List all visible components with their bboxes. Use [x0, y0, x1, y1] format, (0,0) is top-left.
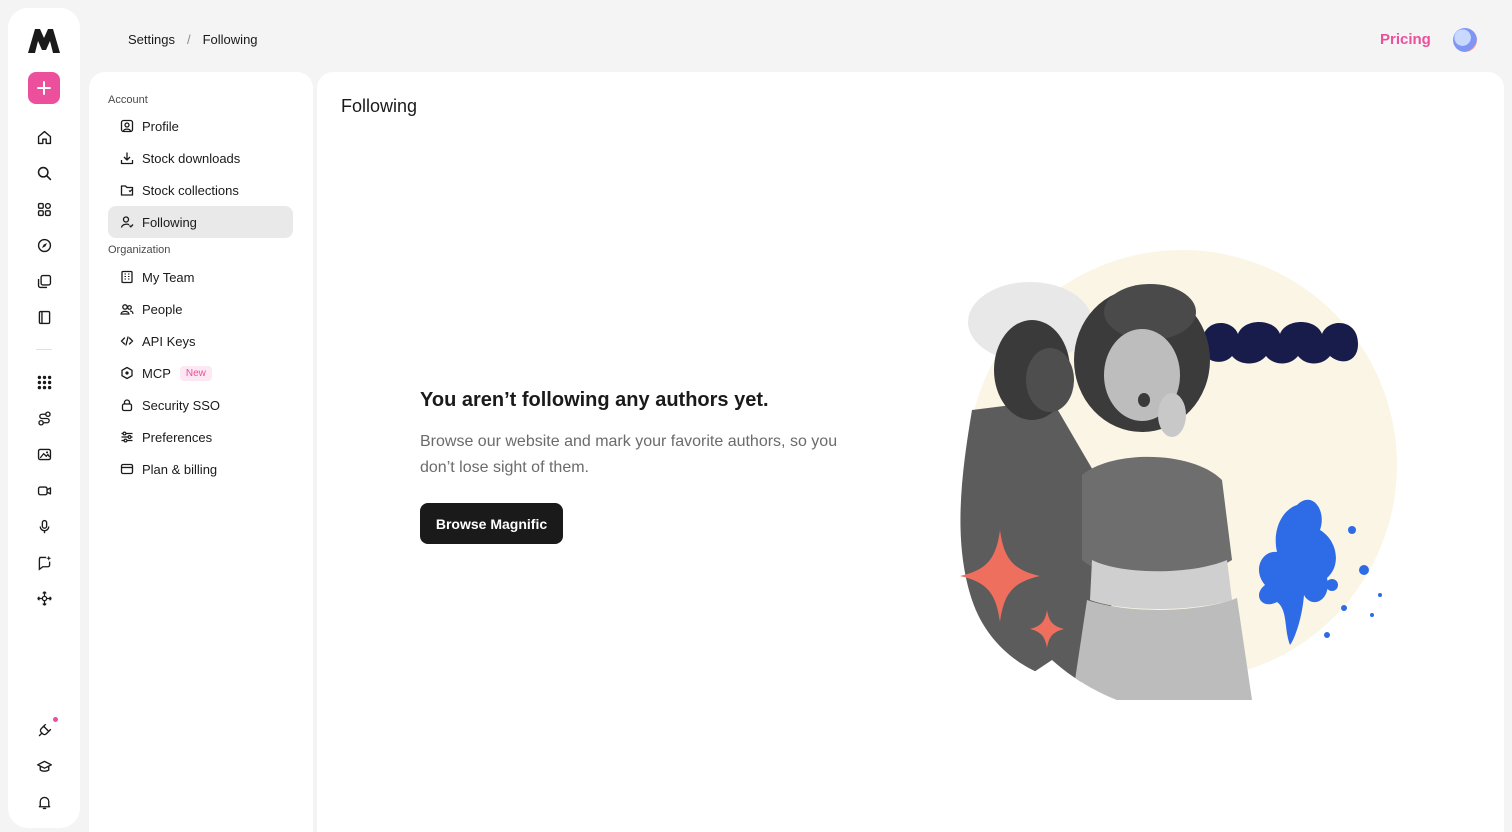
notification-dot	[53, 717, 58, 722]
collections-icon[interactable]	[34, 271, 54, 291]
nav-item-preferences[interactable]: Preferences	[108, 421, 293, 453]
page-title: Following	[341, 96, 418, 116]
breadcrumb-settings[interactable]: Settings	[128, 32, 175, 47]
empty-state-description: Browse our website and mark your favorit…	[420, 433, 838, 476]
breadcrumb: Settings / Following	[128, 32, 258, 47]
apps-icon[interactable]	[34, 199, 54, 219]
video-icon[interactable]	[34, 480, 54, 500]
nav-item-profile[interactable]: Profile	[108, 110, 293, 142]
nav-item-label: Profile	[142, 118, 179, 134]
app-rail	[8, 8, 80, 828]
compass-icon[interactable]	[34, 235, 54, 255]
settings-nav: Account Profile Stock downloads Stock co…	[89, 72, 313, 832]
plus-icon	[37, 81, 51, 95]
plug-icon[interactable]	[34, 720, 54, 740]
chat-sparkle-icon[interactable]	[34, 552, 54, 572]
magnific-logo[interactable]	[27, 28, 61, 54]
avatar[interactable]	[1453, 28, 1477, 52]
create-button[interactable]	[28, 72, 60, 104]
nav-item-label: My Team	[142, 269, 195, 285]
lock-icon	[120, 398, 134, 412]
browse-magnific-button[interactable]: Browse Magnific	[420, 503, 563, 544]
nav-item-label: API Keys	[142, 333, 196, 349]
nav-item-mcp[interactable]: MCP New	[108, 357, 293, 389]
nav-item-label: Security SSO	[142, 397, 221, 413]
microphone-icon[interactable]	[34, 516, 54, 536]
empty-state-title: You aren’t following any authors yet.	[420, 389, 769, 411]
mcp-icon	[120, 366, 134, 380]
user-follow-icon	[120, 215, 134, 229]
nav-item-label: Following	[142, 214, 197, 230]
nav-item-security-sso[interactable]: Security SSO	[108, 389, 293, 421]
nav-item-label: People	[142, 301, 183, 317]
profile-icon	[120, 119, 134, 133]
card-icon	[120, 462, 134, 476]
nav-item-label: Stock downloads	[142, 150, 241, 166]
nav-item-following[interactable]: Following	[108, 206, 293, 238]
nav-item-label: Plan & billing	[142, 461, 218, 477]
move-icon[interactable]	[34, 588, 54, 608]
nav-item-stock-collections[interactable]: Stock collections	[108, 174, 293, 206]
building-icon	[120, 270, 134, 284]
section-label-organization: Organization	[108, 244, 171, 256]
sliders-icon	[120, 430, 134, 444]
download-icon	[120, 151, 134, 165]
code-icon	[120, 334, 134, 348]
search-icon[interactable]	[34, 163, 54, 183]
nav-item-people[interactable]: People	[108, 293, 293, 325]
nav-item-label: Preferences	[142, 429, 213, 445]
grid-icon[interactable]	[34, 372, 54, 392]
people-icon	[120, 302, 134, 316]
folder-icon	[120, 183, 134, 197]
bell-icon[interactable]	[34, 792, 54, 812]
nav-item-api-keys[interactable]: API Keys	[108, 325, 293, 357]
rail-divider	[36, 349, 52, 350]
graduation-cap-icon[interactable]	[34, 756, 54, 776]
nav-item-label: Stock collections	[142, 182, 239, 198]
nodes-icon[interactable]	[34, 408, 54, 428]
book-icon[interactable]	[34, 307, 54, 327]
section-label-account: Account	[108, 94, 148, 106]
nav-item-my-team[interactable]: My Team	[108, 261, 293, 293]
pricing-link[interactable]: Pricing	[1380, 31, 1431, 48]
breadcrumb-separator: /	[186, 32, 191, 47]
breadcrumb-current: Following	[202, 32, 258, 47]
home-icon[interactable]	[34, 127, 54, 147]
nav-item-stock-downloads[interactable]: Stock downloads	[108, 142, 293, 174]
image-icon[interactable]	[34, 444, 54, 464]
main-panel: Following You aren’t following any autho…	[317, 72, 1504, 832]
nav-item-plan-billing[interactable]: Plan & billing	[108, 453, 293, 485]
nav-item-label: MCP	[142, 365, 171, 381]
new-badge: New	[179, 365, 212, 381]
empty-state-illustration	[960, 250, 1397, 700]
